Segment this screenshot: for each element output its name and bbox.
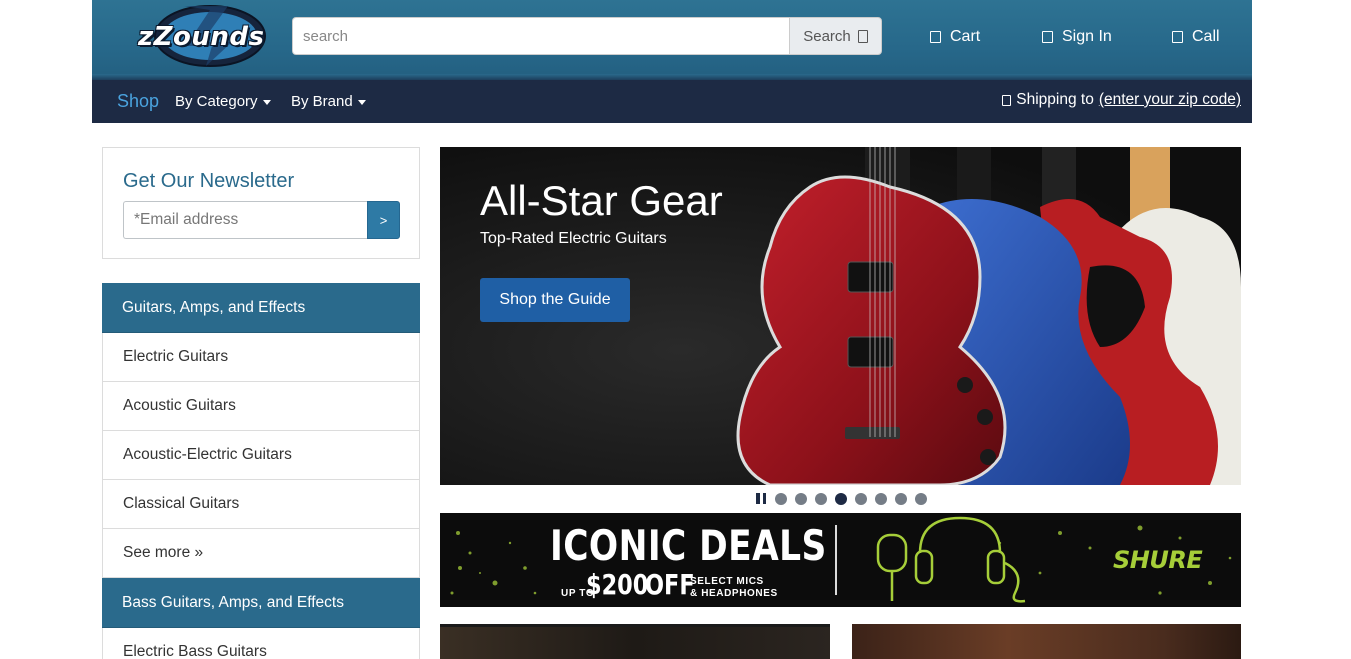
- location-icon: [1002, 94, 1012, 106]
- carousel-dot[interactable]: [895, 493, 907, 505]
- nav-by-brand[interactable]: By Brand: [291, 93, 366, 110]
- user-icon: [1042, 31, 1053, 43]
- banner-title: ICONIC DEALS: [550, 521, 827, 570]
- cart-link[interactable]: Cart: [930, 28, 980, 46]
- carousel-dot[interactable]: [855, 493, 867, 505]
- search-button-label: Search: [803, 27, 851, 45]
- nav-by-brand-label: By Brand: [291, 93, 353, 110]
- category-header-bass[interactable]: Bass Guitars, Amps, and Effects: [102, 578, 420, 628]
- iconic-deals-banner[interactable]: ICONIC DEALS UP TO $200 OFF SELECT MICS …: [440, 513, 1241, 607]
- shipping-zip: Shipping to (enter your zip code): [1002, 91, 1241, 109]
- carousel-dot[interactable]: [875, 493, 887, 505]
- hero-subtitle: Top-Rated Electric Guitars: [480, 230, 667, 247]
- logo-text: zZounds: [138, 22, 265, 52]
- search-icon: [857, 29, 868, 43]
- carousel-dot[interactable]: [815, 493, 827, 505]
- category-item-classical-guitars[interactable]: Classical Guitars: [102, 480, 420, 529]
- shipping-prefix: Shipping to: [1016, 91, 1094, 108]
- nav-by-category[interactable]: By Category: [175, 93, 271, 110]
- category-item-acoustic-electric-guitars[interactable]: Acoustic-Electric Guitars: [102, 431, 420, 480]
- category-menu: Guitars, Amps, and Effects Electric Guit…: [102, 283, 420, 659]
- shure-logo: SHURE: [1113, 546, 1203, 574]
- category-item-electric-bass-guitars[interactable]: Electric Bass Guitars: [102, 628, 420, 659]
- banner-select-line-1: SELECT MICS: [690, 576, 764, 587]
- cart-icon: [930, 31, 941, 43]
- nav-bar: Shop By Category By Brand Shipping to (e…: [92, 80, 1252, 123]
- carousel-dot[interactable]: [775, 493, 787, 505]
- chevron-down-icon: [357, 99, 366, 105]
- search-bar: Search: [292, 17, 882, 55]
- carousel-indicators: [755, 492, 927, 506]
- pause-icon[interactable]: [755, 493, 767, 505]
- banner-off: OFF: [645, 568, 695, 601]
- call-label: Call: [1192, 28, 1220, 45]
- carousel-dot[interactable]: [795, 493, 807, 505]
- nav-shop[interactable]: Shop: [117, 91, 159, 112]
- top-header: zZounds Search Cart Sign In Call: [92, 0, 1252, 80]
- banner-amount: $200: [586, 568, 649, 601]
- promo-tile-left[interactable]: [440, 624, 830, 659]
- carousel-dot[interactable]: [915, 493, 927, 505]
- site-logo[interactable]: zZounds: [132, 2, 267, 68]
- cart-label: Cart: [950, 28, 981, 45]
- promo-tile-right[interactable]: [852, 624, 1241, 659]
- category-item-electric-guitars[interactable]: Electric Guitars: [102, 333, 420, 382]
- sign-in-link[interactable]: Sign In: [1042, 28, 1112, 46]
- category-item-acoustic-guitars[interactable]: Acoustic Guitars: [102, 382, 420, 431]
- email-field[interactable]: [123, 201, 367, 239]
- search-input[interactable]: [292, 17, 789, 55]
- carousel-dot[interactable]: [835, 493, 847, 505]
- call-link[interactable]: Call: [1172, 28, 1220, 46]
- category-header-guitars[interactable]: Guitars, Amps, and Effects: [102, 283, 420, 333]
- banner-divider: [835, 525, 837, 595]
- phone-icon: [1172, 31, 1183, 43]
- chevron-down-icon: [262, 99, 271, 105]
- nav-by-category-label: By Category: [175, 93, 258, 110]
- newsletter-submit-button[interactable]: >: [367, 201, 400, 239]
- category-see-more-link[interactable]: See more »: [102, 529, 420, 578]
- shop-the-guide-button[interactable]: Shop the Guide: [480, 278, 630, 322]
- zip-code-link[interactable]: (enter your zip code): [1099, 91, 1241, 109]
- newsletter-box: Get Our Newsletter >: [102, 147, 420, 259]
- sign-in-label: Sign In: [1062, 28, 1112, 45]
- banner-select-line-2: & HEADPHONES: [690, 588, 778, 599]
- hero-title: All-Star Gear: [480, 177, 723, 224]
- page: zZounds Search Cart Sign In Call Shop By…: [0, 0, 1351, 659]
- hero-carousel-slide[interactable]: All-Star Gear Top-Rated Electric Guitars…: [440, 147, 1241, 485]
- newsletter-title: Get Our Newsletter: [123, 170, 295, 192]
- search-button[interactable]: Search: [789, 17, 882, 55]
